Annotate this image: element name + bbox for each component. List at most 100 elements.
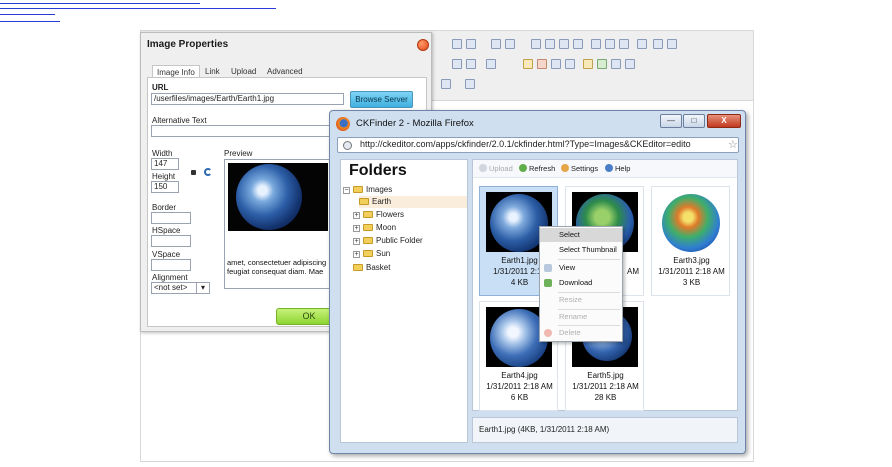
alt-text-field[interactable]	[151, 125, 335, 137]
toolbar-button-icon[interactable]	[452, 39, 462, 49]
minimize-button[interactable]: —	[660, 114, 682, 128]
toolbar-button-icon[interactable]	[505, 39, 515, 49]
toolbar-button-icon[interactable]	[559, 39, 569, 49]
folder-flowers[interactable]: + Flowers	[353, 209, 404, 221]
folder-label: Earth	[372, 197, 392, 206]
toolbar-button-icon[interactable]	[551, 59, 561, 69]
settings-label: Settings	[571, 164, 599, 173]
toolbar-button-icon[interactable]	[619, 39, 629, 49]
folder-images[interactable]: − Images	[343, 184, 392, 196]
expand-icon[interactable]: +	[353, 251, 360, 258]
upload-label: Upload	[489, 164, 513, 173]
toolbar-button-icon[interactable]	[611, 59, 621, 69]
toolbar-button-icon[interactable]	[591, 39, 601, 49]
expand-icon[interactable]: +	[353, 238, 360, 245]
menu-item-resize[interactable]: Resize	[540, 293, 622, 307]
preview-text: amet, consectetuer adipiscing feugiat co…	[227, 258, 327, 276]
folder-label: Flowers	[376, 210, 405, 219]
menu-item-rename[interactable]: Rename	[540, 310, 622, 324]
border-label: Border	[152, 203, 177, 212]
height-field[interactable]: 150	[151, 181, 179, 193]
folder-label: Moon	[376, 223, 397, 232]
folder-icon	[353, 186, 363, 193]
download-icon	[544, 279, 552, 287]
toolbar-button-icon[interactable]	[466, 59, 476, 69]
toolbar-button-icon[interactable]	[605, 39, 615, 49]
refresh-button[interactable]: Refresh	[519, 163, 555, 175]
folder-icon	[363, 224, 373, 231]
toolbar-button-icon[interactable]	[465, 79, 475, 89]
folder-public[interactable]: + Public Folder	[353, 235, 423, 247]
file-thumbnail[interactable]: Earth3.jpg 1/31/2011 2:18 AM 3 KB	[651, 186, 730, 296]
chevron-down-icon[interactable]: ▾	[196, 282, 210, 294]
upload-button[interactable]: Upload	[479, 163, 513, 175]
page-link-underline[interactable]	[0, 3, 200, 4]
hspace-label: HSpace	[152, 226, 181, 235]
folders-title: Folders	[349, 162, 407, 179]
site-identity-icon[interactable]	[343, 141, 352, 150]
refresh-icon	[519, 164, 527, 172]
files-toolbar: Upload Refresh Settings Help	[473, 160, 737, 178]
folder-moon[interactable]: + Moon	[353, 222, 396, 234]
toolbar-button-icon[interactable]	[583, 59, 593, 69]
earth-globe	[662, 194, 720, 252]
menu-item-view[interactable]: View	[540, 261, 622, 275]
file-size: 3 KB	[682, 278, 701, 287]
page-link-underline[interactable]	[0, 21, 60, 22]
vspace-field[interactable]	[151, 259, 191, 271]
folder-icon	[359, 198, 369, 205]
toolbar-button-icon[interactable]	[545, 39, 555, 49]
folder-label: Public Folder	[376, 236, 423, 245]
folder-earth[interactable]: Earth	[359, 196, 467, 208]
settings-icon	[561, 164, 569, 172]
close-button[interactable]: X	[707, 114, 741, 128]
folder-basket[interactable]: Basket	[353, 262, 390, 274]
menu-item-select-thumbnail[interactable]: Select Thumbnail	[540, 243, 622, 257]
toolbar-button-icon[interactable]	[523, 59, 533, 69]
url-field[interactable]: /userfiles/images/Earth/Earth1.jpg	[151, 93, 344, 105]
toolbar-button-icon[interactable]	[486, 59, 496, 69]
border-field[interactable]	[151, 212, 191, 224]
maximize-button[interactable]: □	[683, 114, 705, 128]
file-size: 6 KB	[510, 393, 529, 402]
alignment-select[interactable]: <not set>	[151, 282, 197, 294]
help-button[interactable]: Help	[605, 163, 630, 175]
folder-label: Images	[366, 185, 393, 194]
toolbar-button-icon[interactable]	[531, 39, 541, 49]
settings-button[interactable]: Settings	[561, 163, 598, 175]
toolbar-button-icon[interactable]	[625, 59, 635, 69]
file-name: Earth5.jpg	[587, 371, 624, 380]
toolbar-button-icon[interactable]	[537, 59, 547, 69]
menu-item-download[interactable]: Download	[540, 276, 622, 290]
expand-icon[interactable]: +	[353, 212, 360, 219]
width-field[interactable]: 147	[151, 158, 179, 170]
toolbar-button-icon[interactable]	[637, 39, 647, 49]
toolbar-button-icon[interactable]	[565, 59, 575, 69]
toolbar-button-icon[interactable]	[597, 59, 607, 69]
earth-globe	[236, 164, 302, 230]
menu-item-delete[interactable]: Delete	[540, 326, 622, 340]
close-icon[interactable]	[417, 39, 429, 51]
toolbar-button-icon[interactable]	[653, 39, 663, 49]
toolbar-button-icon[interactable]	[441, 79, 451, 89]
toolbar-button-icon[interactable]	[573, 39, 583, 49]
expand-icon[interactable]: +	[353, 225, 360, 232]
hspace-field[interactable]	[151, 235, 191, 247]
browse-server-button[interactable]: Browse Server	[350, 91, 413, 108]
menu-item-select[interactable]: Select	[540, 228, 622, 242]
toolbar-button-icon[interactable]	[452, 59, 462, 69]
page-link-underline[interactable]	[0, 8, 276, 9]
status-bar: Earth1.jpg (4KB, 1/31/2011 2:18 AM)	[472, 417, 738, 443]
page-link-underline[interactable]	[0, 14, 55, 15]
folder-sun[interactable]: + Sun	[353, 248, 390, 260]
star-icon[interactable]: ☆	[728, 138, 738, 151]
refresh-icon[interactable]	[204, 168, 212, 176]
toolbar-button-icon[interactable]	[491, 39, 501, 49]
url-bar[interactable]: http://ckeditor.com/apps/ckfinder/2.0.1/…	[337, 137, 739, 153]
toolbar-button-icon[interactable]	[466, 39, 476, 49]
lock-icon[interactable]	[191, 170, 196, 175]
menu-item-label: Download	[559, 278, 593, 287]
toolbar-button-icon[interactable]	[667, 39, 677, 49]
collapse-icon[interactable]: −	[343, 187, 350, 194]
file-date: 1/31/2011 2:18 AM	[658, 267, 725, 276]
